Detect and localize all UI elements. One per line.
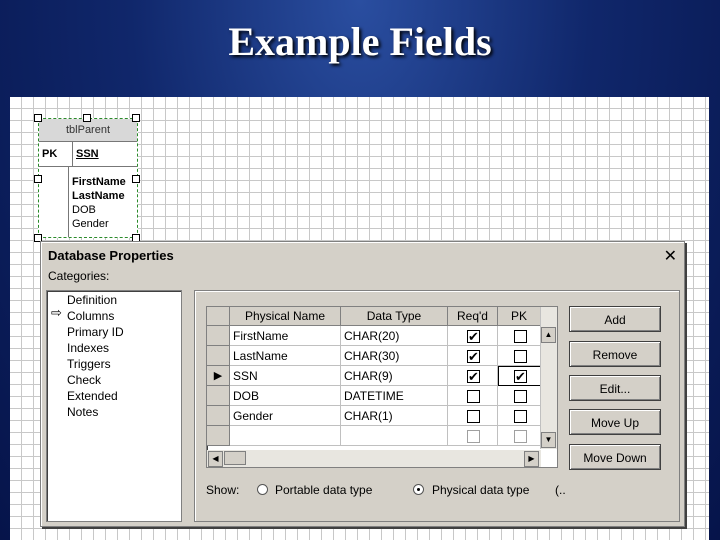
- pk-checkbox[interactable]: [514, 350, 527, 363]
- grid-corner: [207, 307, 230, 326]
- columns-panel: Physical Name Data Type Req'd PK FirstNa…: [194, 290, 680, 522]
- edit-button[interactable]: Edit...: [569, 375, 661, 401]
- close-icon[interactable]: ✕: [664, 246, 677, 266]
- resize-handle[interactable]: [34, 114, 42, 122]
- scroll-up-icon[interactable]: ▲: [541, 327, 556, 343]
- category-item-indexes[interactable]: Indexes: [67, 340, 109, 356]
- physical-radio[interactable]: [413, 484, 424, 495]
- reqd-checkbox[interactable]: [467, 410, 480, 423]
- column-header-pk[interactable]: PK: [498, 307, 541, 326]
- entity-attribute: DOB: [72, 204, 96, 216]
- row-selector-current[interactable]: ▶: [207, 366, 230, 386]
- cell-physical-name[interactable]: FirstName: [230, 326, 341, 346]
- check-icon: ✔: [468, 329, 479, 344]
- truncated-option[interactable]: (..: [555, 481, 566, 499]
- scroll-right-icon[interactable]: ▶: [524, 451, 539, 467]
- category-item-notes[interactable]: Notes: [67, 404, 98, 420]
- entity-attribute: FirstName: [72, 176, 126, 188]
- portable-radio[interactable]: [257, 484, 268, 495]
- resize-handle[interactable]: [132, 175, 140, 183]
- entity-attributes: FirstName LastName DOB Gender: [72, 175, 126, 231]
- column-header-data-type[interactable]: Data Type: [341, 307, 448, 326]
- portable-label[interactable]: Portable data type: [275, 481, 372, 499]
- cell-physical-name[interactable]: LastName: [230, 346, 341, 366]
- columns-grid[interactable]: Physical Name Data Type Req'd PK FirstNa…: [206, 306, 558, 468]
- pk-checkbox[interactable]: [514, 390, 527, 403]
- cell-data-type[interactable]: CHAR(20): [341, 326, 448, 346]
- remove-button[interactable]: Remove: [569, 341, 661, 367]
- reqd-checkbox[interactable]: ✔: [467, 330, 480, 343]
- category-item-extended[interactable]: Extended: [67, 388, 118, 404]
- cell-physical-name-new[interactable]: [230, 426, 341, 446]
- entity-attribute: Gender: [72, 218, 109, 230]
- dialog-title: Database Properties: [48, 248, 174, 263]
- cell-data-type[interactable]: CHAR(1): [341, 406, 448, 426]
- resize-handle[interactable]: [34, 175, 42, 183]
- move-down-button[interactable]: Move Down: [569, 444, 661, 470]
- reqd-checkbox[interactable]: [467, 390, 480, 403]
- entity-tblparent[interactable]: tblParent PK SSN FirstName LastName DOB …: [38, 118, 138, 238]
- pk-checkbox-disabled: [514, 430, 527, 443]
- reqd-checkbox-disabled: [467, 430, 480, 443]
- scroll-down-icon[interactable]: ▼: [541, 432, 556, 448]
- row-selector[interactable]: [207, 406, 230, 426]
- pk-checkbox[interactable]: [514, 330, 527, 343]
- show-options: Show: Portable data type Physical data t…: [206, 481, 676, 499]
- column-header-physical-name[interactable]: Physical Name: [230, 307, 341, 326]
- pk-checkbox[interactable]: ✔: [514, 370, 527, 383]
- arrow-right-icon: ⇨: [51, 305, 62, 320]
- entity-divider: [68, 167, 69, 237]
- entity-pk-row: PK SSN: [39, 142, 137, 167]
- reqd-checkbox[interactable]: ✔: [467, 370, 480, 383]
- show-label: Show:: [206, 483, 240, 497]
- reqd-checkbox[interactable]: ✔: [467, 350, 480, 363]
- resize-handle[interactable]: [132, 114, 140, 122]
- cell-data-type[interactable]: CHAR(9): [341, 366, 448, 386]
- resize-handle[interactable]: [83, 114, 91, 122]
- categories-list[interactable]: ⇨ Definition Columns Primary ID Indexes …: [46, 290, 182, 522]
- category-item-check[interactable]: Check: [67, 372, 101, 388]
- column-header-reqd[interactable]: Req'd: [448, 307, 498, 326]
- cell-physical-name[interactable]: DOB: [230, 386, 341, 406]
- check-icon: ✔: [515, 369, 526, 384]
- categories-label: Categories:: [48, 269, 110, 283]
- cell-data-type-new[interactable]: [341, 426, 448, 446]
- slide-title: Example Fields: [228, 19, 492, 64]
- move-up-button[interactable]: Move Up: [569, 409, 661, 435]
- cell-data-type[interactable]: CHAR(30): [341, 346, 448, 366]
- pk-label: PK: [42, 148, 58, 160]
- row-selector-new[interactable]: [207, 426, 230, 446]
- check-icon: ✔: [468, 369, 479, 384]
- category-item-primary-id[interactable]: Primary ID: [67, 324, 124, 340]
- category-item-definition[interactable]: Definition: [67, 292, 117, 308]
- cell-physical-name[interactable]: Gender: [230, 406, 341, 426]
- check-icon: ✔: [468, 349, 479, 364]
- database-properties-dialog: Database Properties ✕ Categories: ⇨ Defi…: [40, 241, 685, 527]
- vertical-scrollbar[interactable]: ▲ ▼: [540, 307, 557, 449]
- add-button[interactable]: Add: [569, 306, 661, 332]
- horizontal-scrollbar[interactable]: ◀ ▶: [207, 450, 541, 467]
- scroll-left-icon[interactable]: ◀: [208, 451, 223, 467]
- scroll-thumb[interactable]: [224, 451, 246, 465]
- row-selector[interactable]: [207, 326, 230, 346]
- pk-checkbox[interactable]: [514, 410, 527, 423]
- category-item-columns[interactable]: Columns: [67, 308, 114, 324]
- entity-attribute: LastName: [72, 190, 125, 202]
- row-selector[interactable]: [207, 346, 230, 366]
- pk-column: SSN: [72, 142, 99, 166]
- cell-physical-name[interactable]: SSN: [230, 366, 341, 386]
- category-item-triggers[interactable]: Triggers: [67, 356, 111, 372]
- physical-label[interactable]: Physical data type: [432, 481, 529, 499]
- row-selector[interactable]: [207, 386, 230, 406]
- entity-name: tblParent: [39, 119, 137, 142]
- cell-data-type[interactable]: DATETIME: [341, 386, 448, 406]
